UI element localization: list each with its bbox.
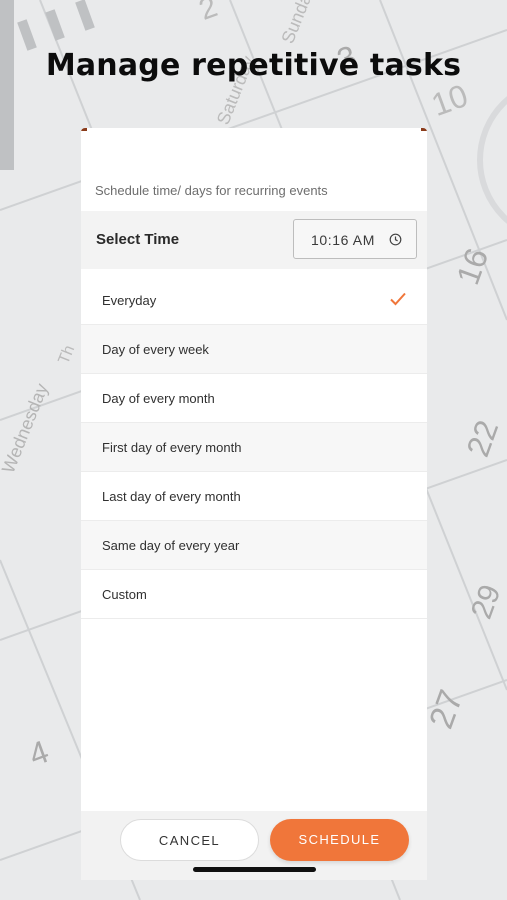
option-everyday[interactable]: Everyday — [81, 276, 427, 325]
schedule-dialog: Schedule time/ days for recurring events… — [81, 128, 427, 880]
option-day-of-every-week[interactable]: Day of every week — [81, 325, 427, 374]
home-indicator — [193, 867, 316, 872]
option-day-of-every-month[interactable]: Day of every month — [81, 374, 427, 423]
option-label: Day of every week — [102, 342, 209, 357]
option-label: First day of every month — [102, 440, 242, 455]
dialog-subtitle: Schedule time/ days for recurring events — [95, 183, 328, 198]
option-label: Same day of every year — [102, 538, 240, 553]
option-first-day-of-every-month[interactable]: First day of every month — [81, 423, 427, 472]
recurrence-options-list: Everyday Day of every week Day of every … — [81, 276, 427, 619]
option-same-day-of-every-year[interactable]: Same day of every year — [81, 521, 427, 570]
clock-icon — [389, 233, 402, 246]
time-picker-field[interactable]: 10:16 AM — [293, 219, 417, 259]
option-label: Day of every month — [102, 391, 215, 406]
page-headline: Manage repetitive tasks — [45, 48, 462, 83]
option-custom[interactable]: Custom — [81, 570, 427, 619]
select-time-label: Select Time — [96, 231, 180, 248]
option-label: Custom — [102, 587, 147, 602]
option-label: Last day of every month — [102, 489, 241, 504]
cancel-button[interactable]: CANCEL — [120, 819, 259, 861]
schedule-button[interactable]: SCHEDULE — [270, 819, 409, 861]
select-time-row: Select Time 10:16 AM — [81, 211, 427, 269]
option-label: Everyday — [102, 293, 157, 308]
option-last-day-of-every-month[interactable]: Last day of every month — [81, 472, 427, 521]
time-value: 10:16 AM — [311, 232, 375, 248]
check-icon — [390, 292, 406, 306]
